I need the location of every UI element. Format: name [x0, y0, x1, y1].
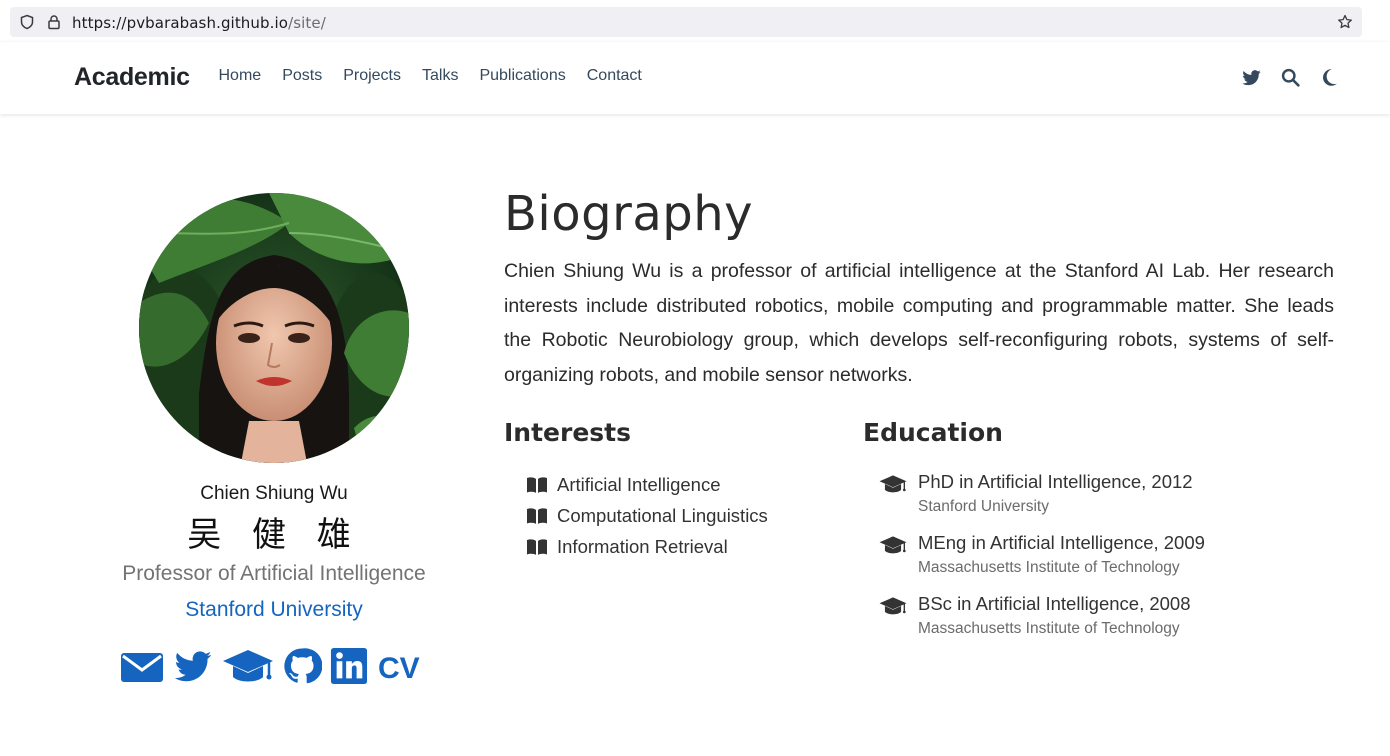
graduation-cap-icon	[879, 534, 907, 556]
search-icon[interactable]	[1280, 67, 1301, 88]
avatar	[139, 193, 409, 463]
url-path: /site/	[288, 14, 326, 32]
book-icon	[526, 538, 548, 556]
interest-label: Artificial Intelligence	[557, 473, 721, 495]
dark-mode-moon-icon[interactable]	[1319, 67, 1340, 88]
twitter-icon[interactable]	[1241, 67, 1262, 88]
profile-name-chinese: 吴 健 雄	[187, 515, 361, 555]
nav-link-publications[interactable]: Publications	[469, 67, 576, 85]
interests-list: Artificial Intelligence Computational Li…	[526, 469, 768, 562]
graduation-cap-icon[interactable]	[222, 646, 274, 691]
biography-heading: Biography	[504, 186, 754, 242]
graduation-cap-icon	[879, 473, 907, 495]
education-course: BSc in Artificial Intelligence, 2008	[918, 593, 1191, 614]
cv-link[interactable]: CV	[378, 649, 420, 689]
twitter-icon[interactable]	[172, 645, 214, 692]
shield-icon[interactable]	[19, 14, 35, 30]
nav-link-home[interactable]: Home	[208, 67, 272, 85]
education-course: PhD in Artificial Intelligence, 2012	[918, 471, 1193, 492]
profile-name: Chien Shiung Wu	[200, 483, 348, 504]
github-icon[interactable]	[282, 646, 323, 691]
url-host: https://pvbarabash.github.io	[72, 14, 289, 32]
envelope-icon[interactable]	[120, 649, 164, 688]
interest-label: Information Retrieval	[557, 535, 728, 557]
linkedin-icon[interactable]	[330, 647, 368, 690]
education-institution: Massachusetts Institute of Technology	[918, 559, 1180, 576]
site-brand[interactable]: Academic	[74, 63, 190, 92]
biography-text: Chien Shiung Wu is a professor of artifi…	[504, 260, 1334, 386]
nav-link-talks[interactable]: Talks	[412, 67, 469, 85]
list-item: Information Retrieval	[526, 531, 768, 562]
book-icon	[526, 507, 548, 525]
main-nav: Home Posts Projects Talks Publications C…	[208, 67, 652, 85]
nav-link-posts[interactable]: Posts	[272, 67, 333, 85]
education-heading: Education	[863, 418, 1003, 447]
education-institution: Massachusetts Institute of Technology	[918, 620, 1180, 637]
lock-icon[interactable]	[46, 14, 62, 30]
browser-toolbar: https://pvbarabash.github.io/site/	[0, 0, 1390, 42]
site-navbar: Academic Home Posts Projects Talks Publi…	[0, 42, 1390, 114]
interests-heading: Interests	[504, 418, 632, 447]
list-item: PhD in Artificial Intelligence, 2012 Sta…	[879, 469, 1205, 530]
profile-role: Professor of Artificial Intelligence	[122, 562, 426, 585]
address-bar[interactable]: https://pvbarabash.github.io/site/	[10, 7, 1362, 37]
nav-link-contact[interactable]: Contact	[576, 67, 652, 85]
list-item: MEng in Artificial Intelligence, 2009 Ma…	[879, 530, 1205, 591]
book-icon	[526, 476, 548, 494]
education-institution: Stanford University	[918, 498, 1049, 515]
education-course: MEng in Artificial Intelligence, 2009	[918, 532, 1205, 553]
list-item: Computational Linguistics	[526, 500, 768, 531]
list-item: BSc in Artificial Intelligence, 2008 Mas…	[879, 591, 1205, 652]
bookmark-star-icon[interactable]	[1337, 14, 1353, 30]
nav-icons	[1241, 67, 1340, 88]
interest-label: Computational Linguistics	[557, 504, 768, 526]
social-links: CV	[120, 645, 420, 692]
list-item: Artificial Intelligence	[526, 469, 768, 500]
graduation-cap-icon	[879, 595, 907, 617]
url-text[interactable]: https://pvbarabash.github.io/site/	[72, 14, 326, 32]
nav-link-projects[interactable]: Projects	[333, 67, 412, 85]
profile-organization-link[interactable]: Stanford University	[74, 598, 474, 622]
education-list: PhD in Artificial Intelligence, 2012 Sta…	[879, 469, 1205, 652]
